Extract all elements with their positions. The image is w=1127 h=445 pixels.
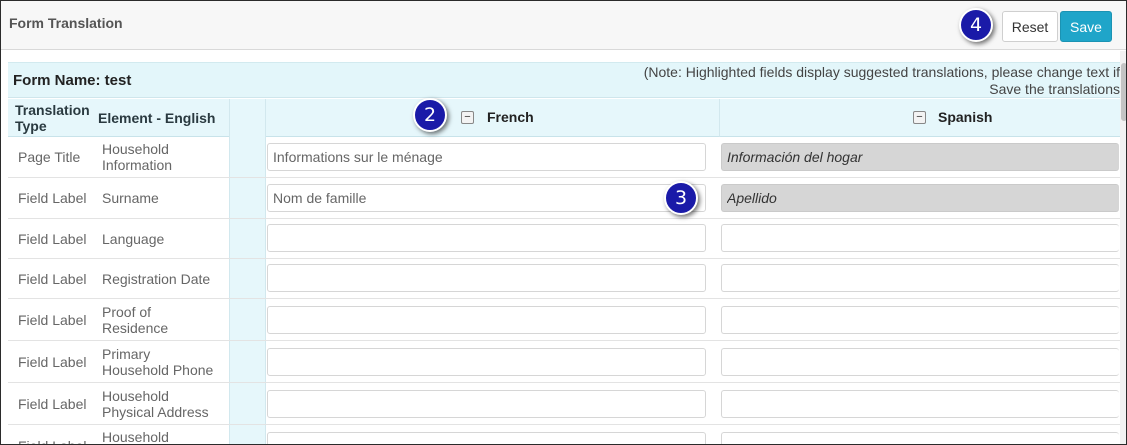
element-name-line: Household bbox=[102, 388, 169, 404]
spanish-translation-input[interactable] bbox=[721, 432, 1119, 444]
reset-button[interactable]: Reset bbox=[1002, 11, 1058, 42]
translation-type: Field Label bbox=[8, 438, 91, 444]
element-name: Surname bbox=[102, 190, 159, 206]
form-translation-panel: Form Translation Reset Save Form Name: t… bbox=[0, 0, 1127, 445]
spanish-translation-input[interactable] bbox=[721, 264, 1119, 292]
note-text-line2: Save the translations bbox=[989, 81, 1120, 97]
element-name: Registration Date bbox=[102, 271, 211, 287]
collapse-spanish-icon[interactable]: − bbox=[913, 111, 926, 124]
spanish-translation-input[interactable] bbox=[721, 390, 1119, 418]
french-translation-input[interactable] bbox=[267, 264, 706, 292]
column-header-element: Element - English bbox=[98, 110, 216, 126]
note-text: (Note: Highlighted fields display sugges… bbox=[643, 64, 1120, 80]
panel-header: Form Translation Reset Save bbox=[1, 1, 1126, 50]
french-translation-input[interactable] bbox=[267, 143, 706, 171]
translation-type: Field Label bbox=[18, 190, 87, 206]
spanish-translation-input[interactable] bbox=[721, 224, 1119, 252]
translation-type: Field Label bbox=[18, 312, 87, 328]
element-name: Household Physical Address bbox=[96, 388, 226, 420]
french-translation-input[interactable] bbox=[267, 390, 706, 418]
element-name-line: Information bbox=[102, 157, 173, 173]
column-header-text: Type bbox=[15, 118, 47, 134]
callout-badge-3: 3 bbox=[664, 181, 698, 215]
element-name: Proof of Residence bbox=[96, 304, 226, 336]
translation-type: Field Label bbox=[18, 354, 87, 370]
translation-type: Field Label bbox=[18, 396, 87, 412]
element-name: Household Information bbox=[96, 141, 226, 173]
element-name-line: Primary bbox=[102, 346, 151, 362]
callout-badge-2: 2 bbox=[413, 98, 447, 132]
column-header-french: − French bbox=[266, 99, 720, 137]
collapse-french-icon[interactable]: − bbox=[461, 111, 474, 124]
scrollbar-thumb[interactable] bbox=[1121, 63, 1126, 121]
form-name-bar: Form Name: test (Note: Highlighted field… bbox=[8, 62, 1120, 98]
element-name: Primary Household Phone bbox=[96, 346, 226, 378]
element-name-line: Physical Address bbox=[102, 404, 209, 420]
element-name: Language bbox=[102, 231, 165, 247]
translation-type: Field Label bbox=[18, 231, 87, 247]
translation-type: Page Title bbox=[18, 149, 81, 165]
column-header-spanish: − Spanish bbox=[720, 99, 1120, 137]
spanish-translation-input[interactable] bbox=[721, 348, 1119, 376]
element-name: Household bbox=[102, 429, 169, 445]
table-header: Translation Type Element - English bbox=[8, 99, 229, 137]
callout-badge-4: 4 bbox=[959, 8, 993, 42]
french-translation-input[interactable] bbox=[267, 184, 706, 212]
translation-type: Field Label bbox=[18, 271, 87, 287]
language-name: French bbox=[487, 109, 534, 125]
form-name: Form Name: test bbox=[13, 72, 132, 89]
element-name-line: Household bbox=[102, 141, 169, 157]
element-name-line: Household Phone bbox=[102, 362, 214, 378]
column-header-translation-type: Translation Type bbox=[15, 102, 90, 134]
element-name-line: Proof of bbox=[102, 304, 152, 320]
french-translation-input[interactable] bbox=[267, 432, 706, 444]
spanish-translation-input[interactable] bbox=[721, 143, 1119, 171]
element-name-line: Residence bbox=[102, 320, 169, 336]
french-translation-input[interactable] bbox=[267, 348, 706, 376]
french-translation-input[interactable] bbox=[267, 306, 706, 334]
spanish-translation-input[interactable] bbox=[721, 184, 1119, 212]
spanish-translation-input[interactable] bbox=[721, 306, 1119, 334]
language-name: Spanish bbox=[938, 109, 993, 125]
panel-title: Form Translation bbox=[9, 15, 123, 31]
save-button[interactable]: Save bbox=[1060, 11, 1112, 42]
french-translation-input[interactable] bbox=[267, 224, 706, 252]
column-header-text: Translation bbox=[15, 102, 90, 118]
